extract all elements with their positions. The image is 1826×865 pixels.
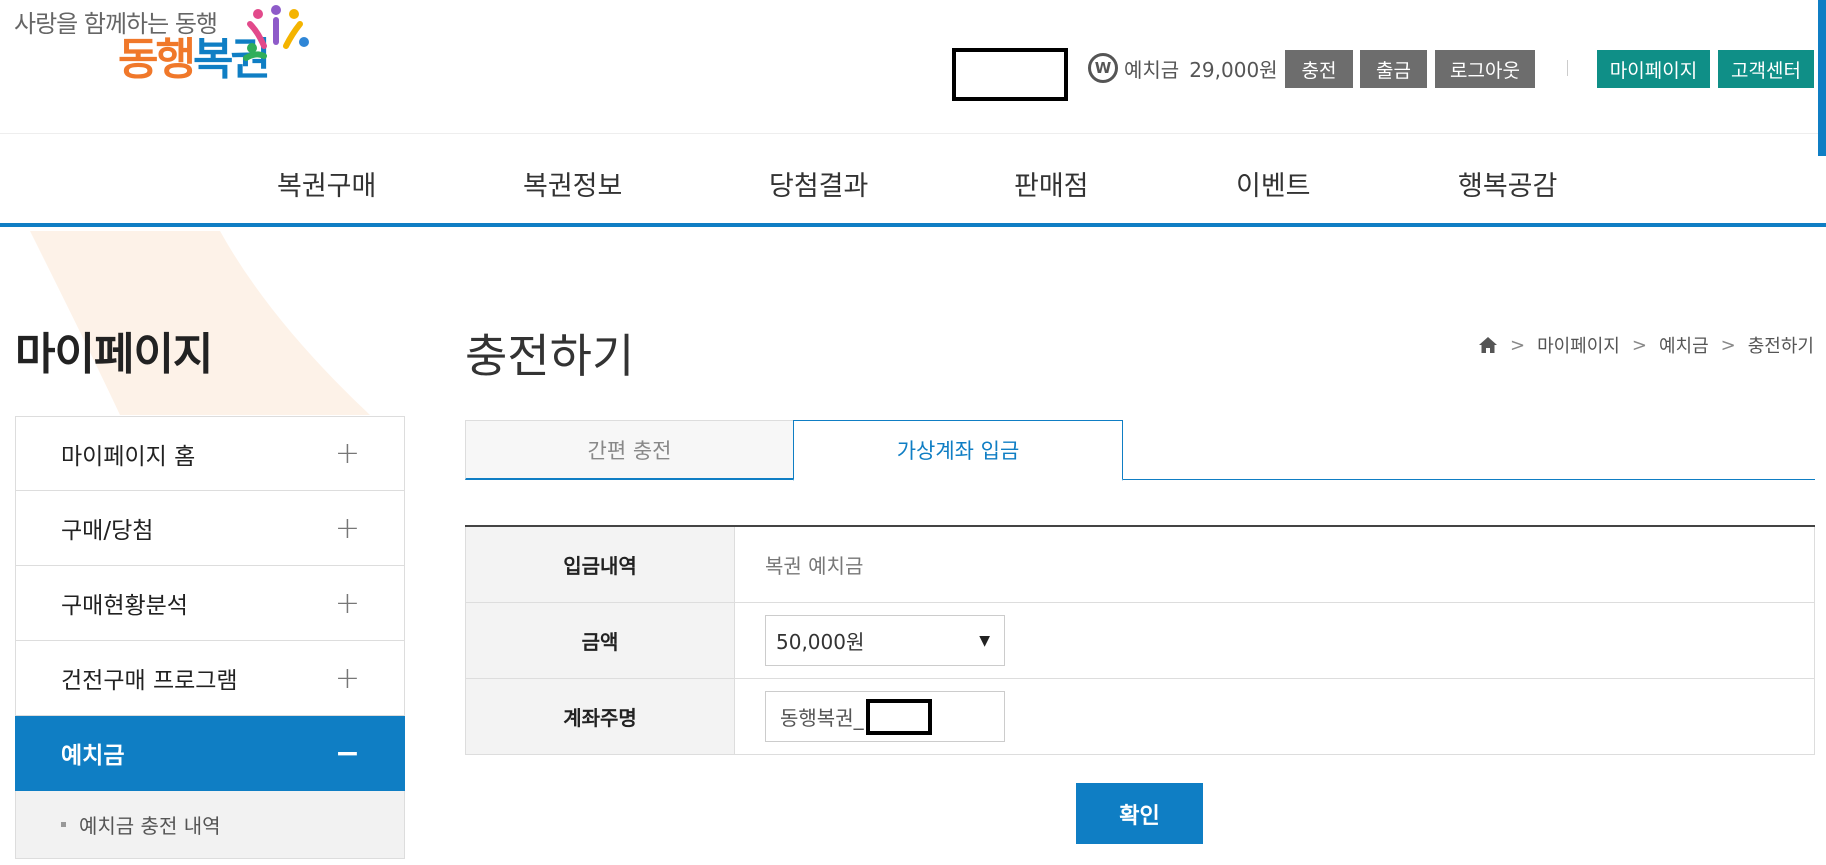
sidebar-title: 마이페이지 (15, 329, 213, 380)
collapse-minus-icon: − (334, 735, 360, 771)
sidebar-item-mypage-home[interactable]: 마이페이지 홈 + (15, 416, 405, 491)
sidebar-item-healthy-purchase[interactable]: 건전구매 프로그램 + (15, 641, 405, 716)
charge-button[interactable]: 충전 (1285, 50, 1353, 88)
dropdown-arrow-icon: ▼ (979, 632, 990, 649)
breadcrumb: > 마이페이지 > 예치금 > 충전하기 (1478, 332, 1814, 358)
sidebar-item-purchase-analysis[interactable]: 구매현황분석 + (15, 566, 405, 641)
header-divider (1567, 60, 1568, 76)
sidebar-item-label: 구매/당첨 (61, 518, 154, 544)
expand-plus-icon: + (334, 436, 360, 471)
nav-winning-results[interactable]: 당첨결과 (769, 164, 868, 203)
won-icon: W (1088, 53, 1118, 83)
sidebar-item-label: 구매현황분석 (61, 593, 188, 619)
nav-stores[interactable]: 판매점 (1014, 164, 1089, 203)
sidebar-item-label: 예치금 (61, 743, 125, 769)
logout-button[interactable]: 로그아웃 (1435, 50, 1535, 88)
sidebar-menu: 마이페이지 홈 + 구매/당첨 + 구매현황분석 + 건전구매 프로그램 + 예… (15, 416, 405, 859)
breadcrumb-current: 충전하기 (1747, 336, 1814, 357)
home-icon[interactable] (1478, 336, 1498, 354)
main-navigation: 복권구매 복권정보 당첨결과 판매점 이벤트 행복공감 (0, 134, 1826, 227)
account-holder-value: 동행복권_ (780, 706, 864, 730)
form-row-amount: 금액 50,000원 ▼ (465, 603, 1815, 679)
amount-select[interactable]: 50,000원 ▼ (765, 615, 1005, 666)
site-logo[interactable]: 사랑을 함께하는 동행 동행복권 (14, 2, 314, 107)
account-holder-field[interactable]: 동행복권_ (765, 691, 1005, 742)
nav-happiness[interactable]: 행복공감 (1458, 164, 1557, 203)
site-header: 사랑을 함께하는 동행 동행복권 W 예치금 29,000원 충전 출금 로그아… (0, 0, 1826, 134)
deposit-balance: W 예치금 29,000원 (1088, 53, 1278, 83)
deposit-amount: 29,000원 (1189, 57, 1278, 82)
chevron-right-icon: > (1720, 334, 1736, 356)
nav-lottery-info[interactable]: 복권정보 (523, 164, 622, 203)
form-label: 금액 (465, 603, 735, 678)
customer-center-button[interactable]: 고객센터 (1718, 50, 1814, 88)
tab-virtual-account[interactable]: 가상계좌 입금 (793, 420, 1123, 481)
breadcrumb-deposit[interactable]: 예치금 (1659, 332, 1709, 358)
breadcrumb-mypage[interactable]: 마이페이지 (1537, 332, 1620, 358)
form-label: 계좌주명 (465, 679, 735, 754)
withdraw-button[interactable]: 출금 (1360, 50, 1427, 88)
sidebar-subitem-deposit-history[interactable]: 예치금 충전 내역 (15, 791, 405, 859)
expand-plus-icon: + (334, 585, 360, 621)
redacted-box (865, 698, 932, 735)
content-title: 충전하기 (465, 329, 635, 383)
expand-plus-icon: + (334, 510, 360, 546)
confirm-button[interactable]: 확인 (1076, 783, 1203, 844)
amount-selected-value: 50,000원 (776, 630, 865, 654)
bullet-icon (61, 822, 66, 827)
charge-form-table: 입금내역 복권 예치금 금액 50,000원 ▼ 계좌주명 동행복권_ (465, 525, 1815, 755)
sidebar-item-label: 마이페이지 홈 (61, 443, 196, 470)
form-row-deposit-type: 입금내역 복권 예치금 (465, 527, 1815, 603)
nav-events[interactable]: 이벤트 (1236, 164, 1311, 203)
mypage-button[interactable]: 마이페이지 (1597, 50, 1710, 88)
logo-people-icon (243, 5, 309, 61)
nav-lottery-purchase[interactable]: 복권구매 (277, 164, 376, 203)
account-holder-cell: 동행복권_ (735, 679, 1815, 754)
chevron-right-icon: > (1509, 334, 1526, 356)
amount-cell: 50,000원 ▼ (735, 603, 1815, 678)
form-label: 입금내역 (465, 527, 735, 602)
sidebar-item-label: 건전구매 프로그램 (61, 668, 238, 694)
form-row-account-holder: 계좌주명 동행복권_ (465, 679, 1815, 755)
expand-plus-icon: + (334, 660, 360, 696)
scroll-edge-bar (1818, 0, 1826, 156)
user-name-redacted (952, 48, 1068, 101)
deposit-label: 예치금 (1124, 57, 1180, 82)
deposit-type-value: 복권 예치금 (735, 527, 1815, 602)
charge-tabs: 간편 충전 가상계좌 입금 (465, 420, 1815, 481)
sidebar-item-purchase-winning[interactable]: 구매/당첨 + (15, 491, 405, 566)
tab-easy-charge[interactable]: 간편 충전 (465, 420, 794, 480)
sidebar-subitem-label: 예치금 충전 내역 (79, 814, 221, 838)
chevron-right-icon: > (1631, 334, 1647, 356)
sidebar-item-deposit[interactable]: 예치금 − (15, 716, 405, 791)
